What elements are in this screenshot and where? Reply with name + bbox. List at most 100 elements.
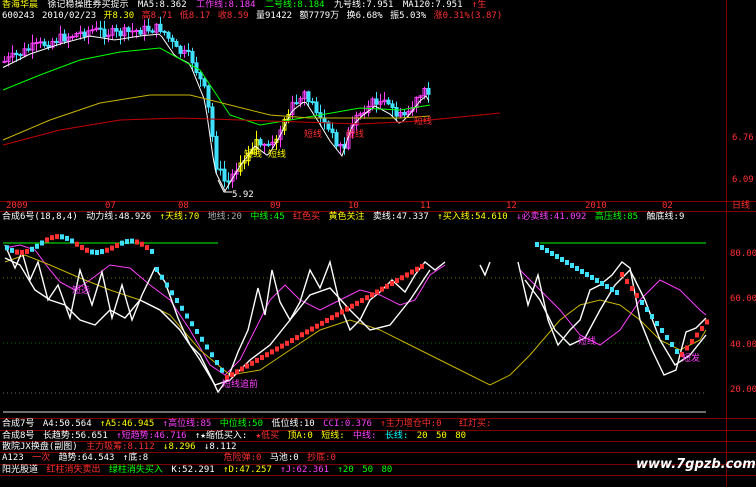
osc-signal-block bbox=[55, 234, 59, 240]
osc-signal-block bbox=[660, 328, 664, 333]
price-low-label: 5.92 bbox=[232, 190, 254, 200]
candle-body bbox=[206, 85, 211, 108]
osc-signal-block bbox=[585, 272, 589, 277]
work-line-value: 工作线:8.184 bbox=[196, 0, 256, 10]
r1-a4: A4:50.564 bbox=[42, 419, 92, 429]
osc-signal-block bbox=[230, 372, 234, 378]
r4-danger: 危险弹:0 bbox=[223, 453, 262, 463]
candle-body bbox=[426, 87, 431, 95]
time-label: 07 bbox=[105, 201, 116, 211]
osc-signal-block bbox=[120, 240, 124, 246]
period-label[interactable]: 日线 bbox=[732, 201, 750, 212]
bottom-row-5: 阳光股道 红柱消失卖出 绿柱消失买入 K:52.291 ↑D:47.257 ↑J… bbox=[2, 465, 392, 476]
osc-signal-block bbox=[145, 245, 149, 251]
osc-signal-block bbox=[265, 352, 269, 358]
osc-annotation: 短选 bbox=[72, 286, 91, 296]
osc-signal-block bbox=[110, 245, 114, 251]
r5-greenbuy: 绿柱消失买入 bbox=[108, 465, 163, 475]
osc-signal-block bbox=[35, 243, 39, 249]
osc-signal-block bbox=[175, 298, 179, 303]
time-label: 09 bbox=[270, 201, 281, 211]
r2-longline: 长线: bbox=[384, 431, 409, 441]
r1-low: 低位线:10 bbox=[271, 419, 315, 429]
osc-signal-block bbox=[295, 335, 299, 341]
osc-signal-block bbox=[165, 282, 169, 288]
candle-body bbox=[226, 180, 231, 183]
candle-body bbox=[174, 40, 179, 47]
osc-annotation: 短线追前 bbox=[222, 380, 259, 390]
buy-line: ↑买入线:54.610 bbox=[437, 212, 508, 222]
candle-body bbox=[266, 143, 271, 146]
osc-signal-block bbox=[335, 312, 339, 318]
osc-signal-block bbox=[400, 275, 404, 281]
candle-body bbox=[158, 23, 163, 32]
candle-body bbox=[310, 101, 315, 104]
osc-signal-block bbox=[135, 239, 139, 245]
osc-signal-block bbox=[215, 360, 219, 365]
candle-body bbox=[374, 98, 379, 105]
osc-signal-block bbox=[250, 360, 254, 366]
osc-signal-block bbox=[605, 284, 609, 289]
osc-signal-block bbox=[10, 247, 14, 253]
high-price: 高8.71 bbox=[141, 11, 173, 21]
ma5-value: MA5:8.362 bbox=[137, 0, 187, 10]
change: 涨0.31%(3.87) bbox=[433, 11, 503, 21]
yellow-watch: 黄色关注 bbox=[328, 212, 365, 222]
red-buy: 红色买 bbox=[293, 212, 321, 222]
osc-signal-block bbox=[560, 257, 564, 262]
candle-body bbox=[322, 117, 327, 123]
osc-signal-block bbox=[545, 248, 549, 253]
time-label: 10 bbox=[348, 201, 359, 211]
r4-bottom: ↑底:8 bbox=[122, 453, 149, 463]
info-row: 600243 2010/02/23 开8.30 高8.71 低8.17 收8.5… bbox=[2, 11, 502, 22]
osc-signal-block bbox=[270, 349, 274, 355]
osc-signal-block bbox=[635, 293, 639, 298]
osc-white-line-3 bbox=[517, 261, 707, 376]
osc-signal-block bbox=[255, 357, 259, 363]
sky-line: ↑天线:70 bbox=[159, 212, 200, 222]
osc-signal-block bbox=[90, 249, 94, 255]
osc-signal-block bbox=[195, 329, 199, 334]
candle-body bbox=[390, 103, 395, 109]
osc-signal-block bbox=[245, 363, 249, 369]
stock-title: 香海华晨 bbox=[2, 0, 39, 10]
time-label: 2010 bbox=[585, 201, 607, 211]
r4-name: A123 bbox=[2, 453, 24, 463]
osc-signal-block bbox=[700, 326, 704, 331]
osc-signal-block bbox=[695, 332, 699, 338]
r5-80: 80 bbox=[381, 465, 393, 475]
candle-body bbox=[218, 168, 223, 171]
osc-signal-block bbox=[670, 342, 674, 347]
osc-signal-block bbox=[375, 289, 379, 295]
candle-body bbox=[210, 106, 215, 137]
ma120-value: MA120:7.951 bbox=[402, 0, 463, 10]
stock-code: 600243 bbox=[2, 11, 35, 21]
r3-v3: ↓8.112 bbox=[203, 442, 237, 452]
r4-pool: 马池:0 bbox=[269, 453, 299, 463]
watermark: www.7gpzb.com bbox=[636, 457, 756, 472]
low-price: 低8.17 bbox=[179, 11, 211, 21]
right-axis-separator bbox=[726, 0, 727, 487]
osc-signal-block bbox=[125, 239, 129, 245]
osc-signal-block bbox=[170, 290, 174, 296]
osc-signal-block bbox=[705, 319, 709, 325]
candle-body bbox=[98, 27, 103, 30]
r3-name: 散院JX换盘(副图) bbox=[2, 442, 78, 452]
osc-signal-block bbox=[280, 343, 284, 349]
osc-white-fragment bbox=[479, 261, 491, 277]
candle-body bbox=[402, 112, 407, 116]
osc-signal-block bbox=[290, 337, 294, 343]
candle-body bbox=[262, 143, 267, 146]
candle-body bbox=[18, 54, 23, 57]
candle-body bbox=[294, 102, 299, 105]
bar-date: 2010/02/23 bbox=[41, 11, 97, 21]
r5-50: 50 bbox=[362, 465, 374, 475]
bottom-row-3: 散院JX换盘(副图) 主力吸筹:8.112 ↓8.296 ↓8.112 bbox=[2, 442, 237, 453]
bottom-row-2: 合成8号 长趋势:56.651 ↑短趋势:46.716 ↑★缩低买入: ★低买 … bbox=[2, 431, 466, 442]
osc-signal-block bbox=[615, 290, 619, 295]
osc-signal-block bbox=[180, 305, 184, 311]
close-price: 收8.59 bbox=[217, 11, 249, 21]
candle-body bbox=[70, 36, 75, 39]
osc-signal-block bbox=[45, 237, 49, 243]
r2-lowbuy: ★低买 bbox=[255, 431, 280, 441]
